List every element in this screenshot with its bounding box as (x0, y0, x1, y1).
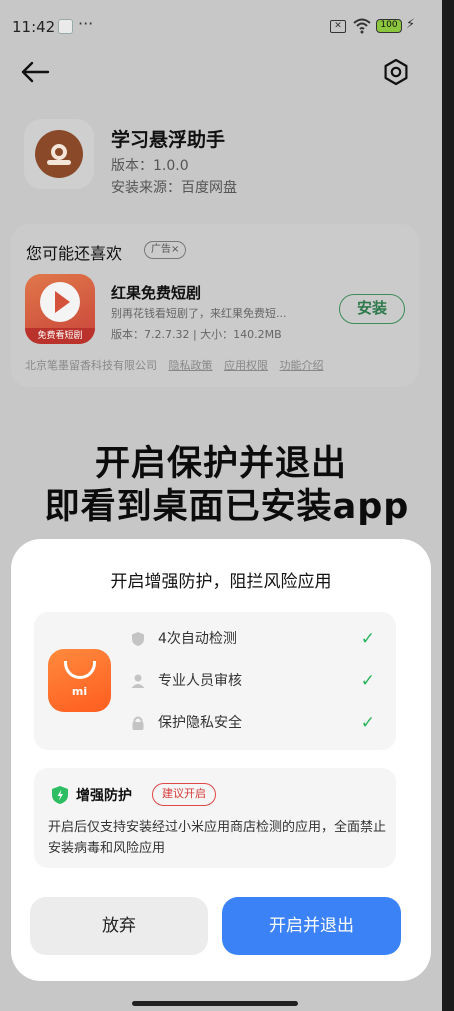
wifi-icon (353, 18, 371, 34)
person-icon (131, 674, 145, 688)
developer-name: 北京笔墨留香科技有限公司 (25, 359, 157, 372)
recommended-app-icon[interactable]: 免费看短剧 (25, 274, 95, 344)
more-notifications-icon: ··· (78, 14, 94, 33)
check-icon: ✓ (360, 629, 375, 649)
feature-label: 保护隐私安全 (158, 715, 242, 731)
back-arrow-icon[interactable] (20, 60, 50, 84)
recommended-app-description: 别再花钱看短剧了，来红果免费短... (111, 307, 287, 320)
feature-label: 专业人员审核 (158, 673, 242, 689)
feature-row: 保护隐私安全 ✓ (130, 713, 385, 735)
app-icon (24, 119, 94, 189)
lock-icon (132, 716, 144, 730)
recommend-footer: 北京笔墨留香科技有限公司 隐私政策 应用权限 功能介绍 (25, 357, 324, 373)
green-shield-icon (52, 786, 68, 804)
mi-logo-text: mi (71, 685, 88, 698)
suggest-tag: 建议开启 (152, 783, 216, 806)
home-indicator[interactable] (132, 1001, 298, 1006)
check-icon: ✓ (360, 671, 375, 691)
status-time: 11:42 (12, 18, 56, 36)
app-permissions-link[interactable]: 应用权限 (224, 359, 268, 372)
app-source: 安装来源：百度网盘 (111, 180, 237, 196)
feature-row: 专业人员审核 ✓ (130, 671, 385, 693)
shield-icon (132, 632, 144, 646)
recommended-app-meta: 版本：7.2.7.32 | 大小：140.2MB (111, 328, 282, 341)
recommend-title: 您可能还喜欢 (26, 244, 123, 263)
feature-row: 4次自动检测 ✓ (130, 629, 385, 651)
protection-title: 增强防护 (76, 788, 132, 804)
recommended-app-name[interactable]: 红果免费短剧 (111, 282, 201, 303)
overlay-caption-line2: 即看到桌面已安装app (44, 487, 410, 527)
recommended-app-icon-caption: 免费看短剧 (25, 328, 95, 344)
feature-intro-link[interactable]: 功能介绍 (280, 359, 324, 372)
settings-icon[interactable] (382, 58, 410, 86)
enable-and-exit-button[interactable]: 开启并退出 (222, 897, 401, 955)
charging-icon: ⚡ (406, 17, 416, 32)
give-up-button[interactable]: 放弃 (30, 897, 208, 955)
app-name: 学习悬浮助手 (111, 129, 226, 151)
status-bar: 11:42 ··· ✕ 100 ⚡ (0, 0, 442, 50)
ad-tag[interactable]: 广告× (144, 241, 187, 259)
mi-store-icon: mi (48, 649, 111, 712)
privacy-policy-link[interactable]: 隐私政策 (169, 359, 213, 372)
feature-label: 4次自动检测 (158, 631, 237, 647)
protection-description: 开启后仅支持安装经过小米应用商店检测的应用，全面禁止安装病毒和风险应用 (48, 820, 387, 856)
check-icon: ✓ (360, 713, 375, 733)
sim-x-icon: ✕ (330, 20, 346, 33)
notification-app-icon (58, 19, 73, 34)
install-button[interactable]: 安装 (339, 294, 405, 324)
battery-icon: 100 (376, 19, 402, 33)
sheet-title: 开启增强防护，阻拦风险应用 (110, 572, 332, 592)
app-version: 版本：1.0.0 (111, 158, 189, 174)
